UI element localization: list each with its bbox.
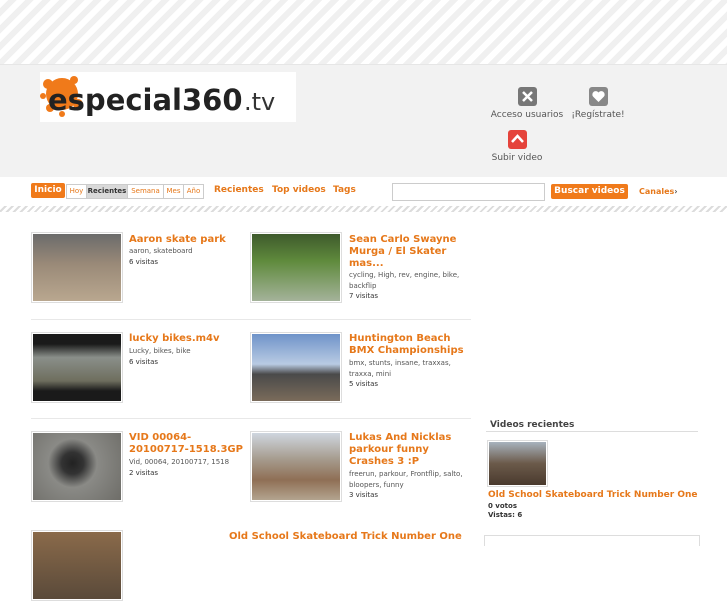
nav-tags[interactable]: Tags	[333, 185, 356, 195]
register-label: ¡Regístrate!	[571, 110, 625, 120]
video-visits: 7 visitas	[349, 292, 379, 300]
filter-hoy[interactable]: Hoy	[66, 184, 87, 199]
video-title[interactable]: Old School Skateboard Trick Number One	[229, 531, 469, 543]
video-tags[interactable]: cycling, High, rev, engine, bike, backfl…	[349, 270, 464, 292]
video-title[interactable]: Sean Carlo Swayne Murga / El Skater mas.…	[349, 234, 464, 270]
canales-label: Canales	[639, 187, 675, 196]
nav-stripe	[0, 206, 727, 212]
video-tags[interactable]: bmx, stunts, insane, traxxas, traxxa, mi…	[349, 358, 464, 380]
filter-recientes[interactable]: Recientes	[86, 184, 128, 199]
video-thumb[interactable]	[250, 332, 342, 403]
thumbnail-image	[252, 433, 340, 500]
filter-semana[interactable]: Semana	[127, 184, 164, 199]
video-thumb[interactable]	[31, 332, 123, 403]
top-stripes	[0, 0, 727, 64]
upload-icon	[507, 130, 527, 149]
video-thumb[interactable]	[31, 431, 123, 502]
register-link[interactable]: ¡Regístrate!	[553, 87, 643, 120]
nav-recientes[interactable]: Recientes	[214, 185, 264, 195]
video-title[interactable]: Lukas And Nicklas parkour funny Crashes …	[349, 432, 464, 468]
thumbnail-image	[33, 433, 121, 500]
chevron-icon: ›	[674, 187, 678, 196]
video-thumb[interactable]	[31, 232, 123, 303]
search-input[interactable]	[392, 183, 545, 201]
heart-icon	[588, 87, 608, 106]
video-thumb[interactable]	[250, 232, 342, 303]
video-visits: 6 visitas	[129, 258, 159, 266]
video-thumb[interactable]	[31, 530, 123, 601]
video-tags[interactable]: aaron, skateboard	[129, 246, 239, 257]
video-visits: 2 visitas	[129, 469, 159, 477]
sidebar-votes: 0 votos	[488, 502, 518, 510]
thumbnail-image	[252, 334, 340, 401]
sidebar-views: Vistas: 6	[488, 511, 523, 519]
upload-link[interactable]: Subir video	[472, 130, 562, 163]
sidebar-video-title[interactable]: Old School Skateboard Trick Number One	[488, 489, 708, 501]
sidebar-box	[484, 535, 700, 546]
site-logo[interactable]: especial360 .tv	[40, 72, 296, 122]
sidebar-thumb[interactable]	[487, 440, 548, 487]
filter-ano[interactable]: Año	[183, 184, 204, 199]
video-title[interactable]: VID 00064-20100717-1518.3GP	[129, 432, 244, 456]
filter-mes[interactable]: Mes	[163, 184, 184, 199]
video-visits: 6 visitas	[129, 358, 159, 366]
canales-link[interactable]: Canales›	[639, 187, 678, 196]
search-button[interactable]: Buscar videos	[551, 184, 628, 199]
video-tags[interactable]: Lucky, bikes, bike	[129, 346, 239, 357]
video-title[interactable]: Aaron skate park	[129, 234, 239, 246]
logo-tld: .tv	[244, 88, 275, 116]
upload-label: Subir video	[491, 153, 543, 163]
video-visits: 3 visitas	[349, 491, 379, 499]
thumbnail-image	[489, 442, 546, 485]
video-visits: 5 visitas	[349, 380, 379, 388]
video-tags[interactable]: freerun, parkour, Frontflip, salto, bloo…	[349, 469, 464, 491]
sidebar-divider	[486, 431, 698, 432]
row-divider	[31, 418, 471, 419]
video-title[interactable]: lucky bikes.m4v	[129, 333, 239, 345]
thumbnail-image	[33, 234, 121, 301]
thumbnail-image	[33, 532, 121, 599]
row-divider	[31, 319, 471, 320]
nav-top-videos[interactable]: Top videos	[272, 185, 326, 195]
sidebar-heading: Videos recientes	[490, 420, 575, 430]
video-thumb[interactable]	[250, 431, 342, 502]
thumbnail-image	[33, 334, 121, 401]
video-tags[interactable]: Vid, 00064, 20100717, 1518	[129, 457, 244, 468]
key-icon	[517, 87, 537, 106]
video-title[interactable]: Huntington Beach BMX Championships	[349, 333, 464, 357]
thumbnail-image	[252, 234, 340, 301]
inicio-button[interactable]: Inicio	[31, 183, 65, 198]
logo-text: especial360	[48, 83, 243, 117]
